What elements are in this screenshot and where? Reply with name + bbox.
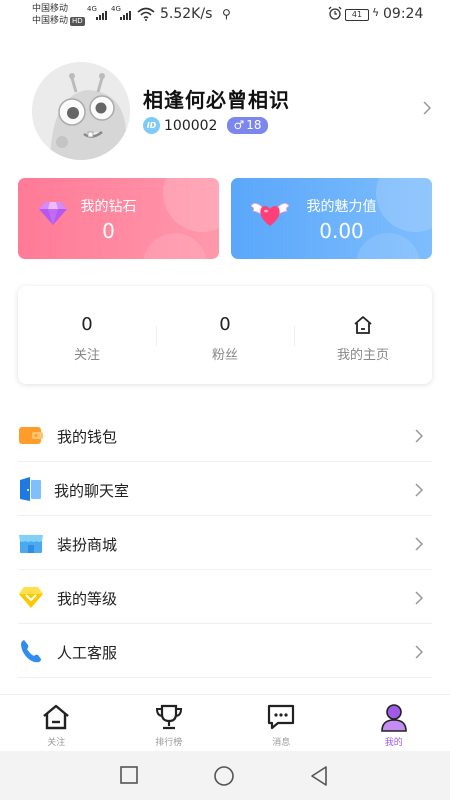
menu-label-store: 装扮商城 — [57, 536, 118, 554]
following-stat[interactable]: 0 关注 — [18, 286, 156, 384]
stats-panel: 0 关注 0 粉丝 我的主页 — [18, 286, 432, 384]
fans-count: 0 — [219, 314, 231, 335]
tab-label-follow: 关注 — [47, 738, 66, 748]
alarm-icon — [328, 6, 342, 20]
clock: 09:24 — [383, 6, 424, 22]
charging-icon: ϟ — [372, 6, 380, 19]
status-bar: 中国移动 中国移动 HD 4G 4G 5.52K/s ⚲ 41 ϟ 09:24 — [0, 0, 450, 32]
age-value: 18 — [246, 118, 262, 132]
phone-icon — [21, 640, 41, 663]
network-type-2: 4G — [111, 5, 121, 13]
tab-messages[interactable]: 消息 — [225, 695, 338, 751]
menu-item-wallet[interactable]: 我的钱包 — [18, 408, 432, 462]
male-icon: ♂ — [233, 118, 245, 132]
wifi-icon — [137, 7, 155, 21]
tab-label-mine: 我的 — [384, 738, 403, 748]
user-icon — [380, 704, 407, 732]
profile-chevron-right-icon[interactable] — [422, 100, 432, 116]
hd-badge: HD — [70, 17, 85, 26]
house-icon — [354, 316, 372, 334]
recent-apps-icon[interactable] — [119, 765, 139, 785]
homepage-label: 我的主页 — [336, 348, 389, 363]
battery-indicator: 41 — [345, 9, 369, 21]
chevron-right-icon — [415, 645, 424, 659]
carrier-2: 中国移动 — [32, 16, 69, 26]
menu-label-level: 我的等级 — [57, 590, 118, 608]
tab-follow[interactable]: 关注 — [0, 695, 113, 751]
menu-label-chatroom: 我的聊天室 — [54, 482, 130, 500]
id-badge-icon: ID — [143, 117, 160, 134]
charm-title: 我的魅力值 — [306, 199, 377, 215]
chevron-right-icon — [415, 591, 424, 605]
usb-icon: ⚲ — [222, 7, 231, 21]
avatar[interactable] — [32, 62, 130, 160]
chevron-right-icon — [415, 483, 424, 497]
tab-label-messages: 消息 — [272, 738, 291, 748]
tab-ranking[interactable]: 排行榜 — [113, 695, 226, 751]
chevron-right-icon — [415, 537, 424, 551]
diamond-card[interactable]: 我的钻石 0 — [18, 178, 219, 259]
bottom-tab-bar: 关注 排行榜 消息 我的 — [0, 694, 450, 751]
robot-avatar-icon — [32, 62, 130, 160]
level-gem-icon — [19, 587, 43, 608]
menu-list: 我的钱包 我的聊天室 装扮商城 我的等级 人工客服 — [18, 408, 432, 678]
tab-label-ranking: 排行榜 — [155, 738, 183, 748]
menu-label-wallet: 我的钱包 — [57, 428, 118, 446]
user-id: 100002 — [164, 117, 218, 134]
store-icon — [19, 535, 43, 553]
charm-card[interactable]: 我的魅力值 0.00 — [231, 178, 432, 259]
signal-icon: 4G — [87, 6, 107, 20]
trophy-icon — [155, 704, 182, 730]
menu-item-chatroom[interactable]: 我的聊天室 — [18, 462, 432, 516]
fans-label: 粉丝 — [211, 348, 238, 363]
diamond-title: 我的钻石 — [80, 199, 137, 215]
charm-value: 0.00 — [319, 219, 364, 243]
menu-item-level[interactable]: 我的等级 — [18, 570, 432, 624]
signal-icon-2: 4G — [111, 6, 131, 20]
menu-item-customer-service[interactable]: 人工客服 — [18, 624, 432, 678]
nickname: 相逢何必曾相识 — [143, 88, 290, 112]
menu-label-customer-service: 人工客服 — [57, 644, 118, 662]
following-label: 关注 — [73, 348, 100, 363]
wallet-icon — [19, 427, 43, 444]
menu-item-store[interactable]: 装扮商城 — [18, 516, 432, 570]
chevron-right-icon — [415, 429, 424, 443]
network-speed: 5.52K/s — [160, 6, 213, 22]
system-nav-bar — [0, 751, 450, 800]
carrier-info: 中国移动 中国移动 HD — [32, 3, 85, 27]
fans-stat[interactable]: 0 粉丝 — [156, 286, 294, 384]
chatroom-icon — [20, 477, 41, 501]
homepage-stat[interactable]: 我的主页 — [294, 286, 432, 384]
back-icon[interactable] — [309, 765, 329, 787]
gender-age-badge: ♂ 18 — [227, 117, 268, 134]
home-icon — [43, 704, 70, 730]
network-type-1: 4G — [87, 5, 97, 13]
diamond-value: 0 — [102, 219, 115, 243]
home-button-icon[interactable] — [213, 765, 235, 787]
carrier-1: 中国移动 — [32, 4, 69, 14]
following-count: 0 — [81, 314, 93, 335]
id-row: ID 100002 ♂ 18 — [143, 117, 268, 134]
message-icon — [268, 704, 295, 730]
tab-mine[interactable]: 我的 — [338, 695, 450, 751]
